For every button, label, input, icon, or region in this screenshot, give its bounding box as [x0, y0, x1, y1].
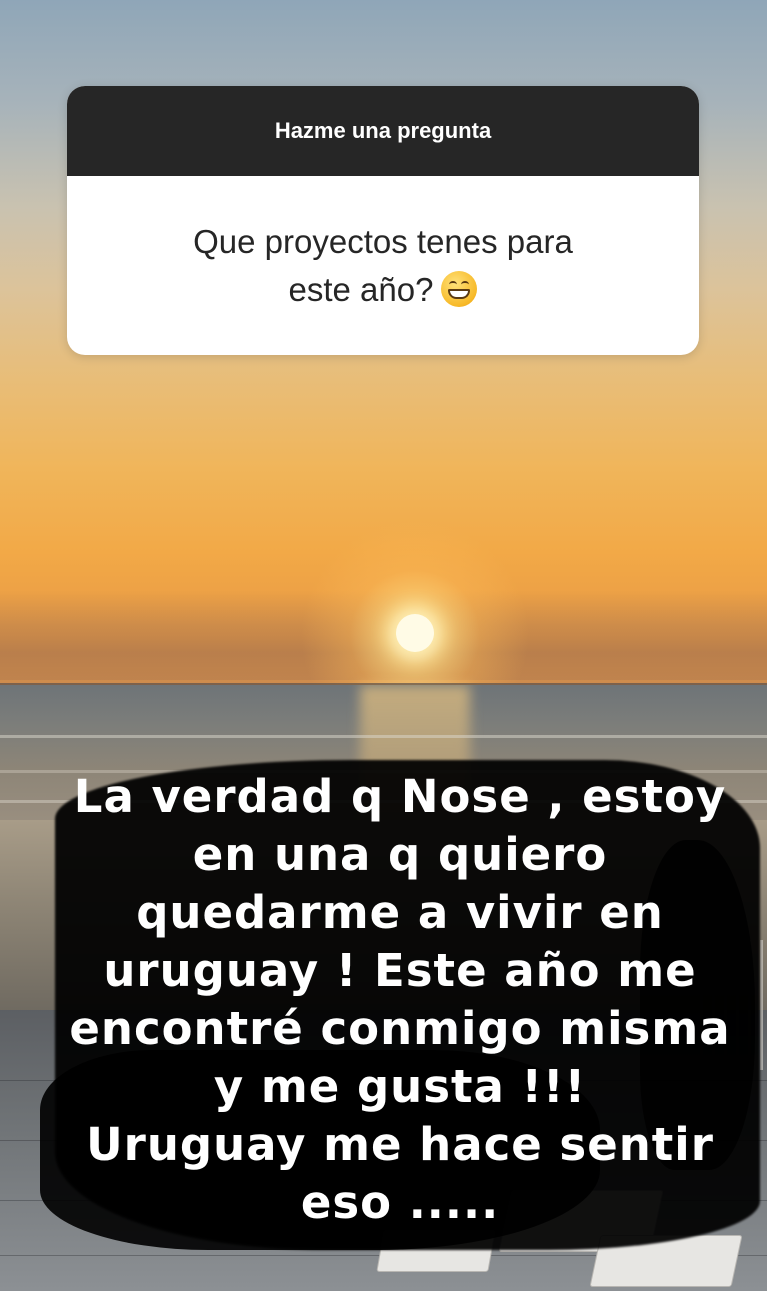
question-sticker-body: Que proyectos tenes para este año?	[67, 176, 699, 355]
question-text: Que proyectos tenes para este año?	[193, 218, 573, 314]
answer-line: y me gusta !!!	[213, 1060, 587, 1113]
answer-line: encontré conmigo misma	[69, 1002, 731, 1055]
answer-text: La verdad q Nose , estoy en una q quiero…	[50, 768, 750, 1232]
grinning-face-icon	[441, 270, 478, 307]
answer-line: Uruguay me hace sentir	[86, 1118, 714, 1171]
answer-line: La verdad q Nose , estoy	[73, 770, 727, 823]
question-line: Que proyectos tenes para	[193, 222, 573, 260]
answer-line: quedarme a vivir en	[136, 886, 664, 939]
question-sticker[interactable]: Hazme una pregunta Que proyectos tenes p…	[67, 86, 699, 355]
story-view: Hazme una pregunta Que proyectos tenes p…	[0, 0, 767, 1291]
wave	[0, 735, 767, 738]
question-sticker-title: Hazme una pregunta	[274, 118, 492, 143]
answer-line: en una q quiero	[192, 828, 608, 881]
question-line: este año?	[288, 270, 434, 308]
answer-line: uruguay ! Este año me	[103, 944, 697, 997]
sun	[396, 614, 434, 652]
question-sticker-header: Hazme una pregunta	[67, 86, 699, 176]
answer-line: eso .....	[300, 1176, 500, 1229]
horizon-line	[0, 683, 767, 685]
